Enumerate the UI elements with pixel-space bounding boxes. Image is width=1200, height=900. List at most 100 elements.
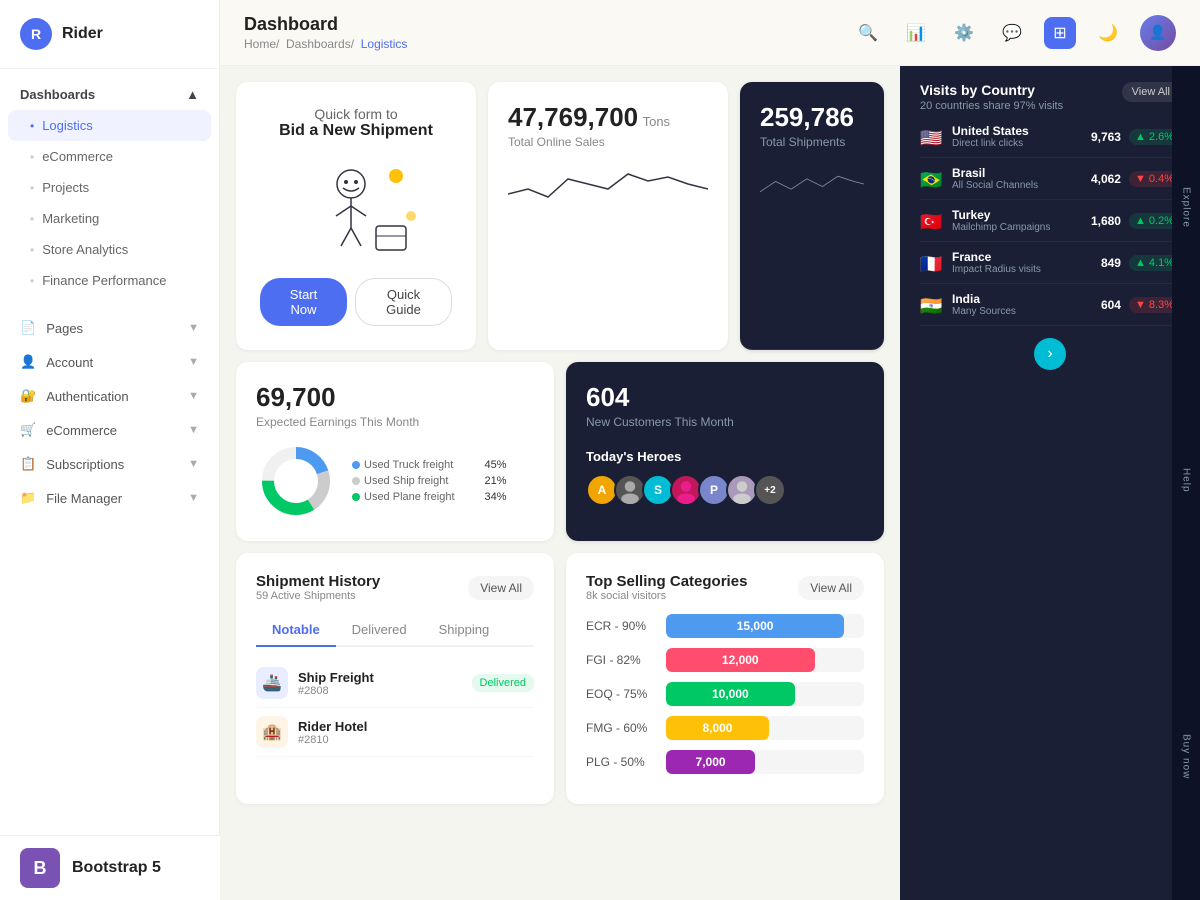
- sidebar-item-projects[interactable]: Projects: [0, 172, 219, 203]
- category-ecr: ECR - 90% 15,000: [586, 614, 864, 638]
- avatar-more[interactable]: +2: [754, 474, 786, 506]
- chat-icon[interactable]: 💬: [996, 17, 1028, 49]
- tab-shipping[interactable]: Shipping: [423, 614, 506, 647]
- sidebar-bottom-section: 📄 Pages ▼ 👤 Account ▼ 🔐 Authentication ▼…: [0, 306, 219, 520]
- chevron-down-icon: ▼: [188, 322, 199, 334]
- bottom-row: Shipment History 59 Active Shipments Vie…: [236, 553, 884, 804]
- sidebar-item-logistics[interactable]: Logistics: [8, 110, 211, 141]
- categories-bars: ECR - 90% 15,000 FGI - 82% 12,000: [586, 614, 864, 774]
- shipment-id: #2808: [298, 685, 462, 697]
- sidebar-item-account[interactable]: 👤 Account ▼: [0, 345, 219, 379]
- sidebar-item-authentication[interactable]: 🔐 Authentication ▼: [0, 379, 219, 413]
- logo-name: Rider: [62, 25, 103, 43]
- chart-icon[interactable]: 📊: [900, 17, 932, 49]
- france-flag: 🇫🇷: [920, 255, 942, 271]
- settings-icon[interactable]: ⚙️: [948, 17, 980, 49]
- country-brasil: 🇧🇷 Brasil All Social Channels 4,062 ▼ 0.…: [920, 158, 1180, 200]
- content-left: Quick form to Bid a New Shipment: [220, 66, 900, 900]
- promo-title: Bid a New Shipment: [279, 122, 433, 140]
- moon-icon[interactable]: 🌙: [1092, 17, 1124, 49]
- india-info: India Many Sources: [952, 292, 1101, 317]
- logo-area[interactable]: R Rider: [0, 0, 219, 69]
- chevron-down-icon: ▼: [188, 390, 199, 402]
- shipment-tabs: Notable Delivered Shipping: [256, 614, 534, 647]
- heroes-section: Today's Heroes A S P: [586, 449, 864, 506]
- sidebar-item-file-manager[interactable]: 📁 File Manager ▼: [0, 481, 219, 515]
- brasil-flag: 🇧🇷: [920, 171, 942, 187]
- shipment-view-all-button[interactable]: View All: [468, 576, 534, 600]
- country-turkey: 🇹🇷 Turkey Mailchimp Campaigns 1,680 ▲ 0.…: [920, 200, 1180, 242]
- sidebar-item-marketing[interactable]: Marketing: [0, 203, 219, 234]
- category-fmg: FMG - 60% 8,000: [586, 716, 864, 740]
- dashboards-label: Dashboards: [20, 87, 95, 102]
- turkey-info: Turkey Mailchimp Campaigns: [952, 208, 1091, 233]
- shipment-title-group: Shipment History 59 Active Shipments: [256, 573, 380, 602]
- tab-delivered[interactable]: Delivered: [336, 614, 423, 647]
- chevron-down-icon: ▼: [188, 424, 199, 436]
- sidebar-item-pages[interactable]: 📄 Pages ▼: [0, 311, 219, 345]
- avatars-row: A S P +2: [586, 474, 864, 506]
- fmg-bar: 8,000: [666, 716, 769, 740]
- auth-icon: 🔐: [20, 388, 36, 404]
- fmg-bar-bg: 8,000: [666, 716, 864, 740]
- eoq-bar-bg: 10,000: [666, 682, 864, 706]
- donut-container: Used Truck freight 45% Used Ship freight…: [256, 441, 534, 521]
- categories-view-all-button[interactable]: View All: [798, 576, 864, 600]
- sales-chart: [508, 159, 708, 209]
- start-now-button[interactable]: Start Now: [260, 278, 347, 326]
- us-source: Direct link clicks: [952, 138, 1091, 149]
- search-icon[interactable]: 🔍: [852, 17, 884, 49]
- france-visits: 849: [1101, 256, 1121, 270]
- buy-now-label[interactable]: Buy now: [1181, 734, 1192, 779]
- legend-ship: Used Ship freight 21%: [352, 475, 507, 487]
- fgi-bar-bg: 12,000: [666, 648, 864, 672]
- shipment-history-card: Shipment History 59 Active Shipments Vie…: [236, 553, 554, 804]
- legend-plane: Used Plane freight 34%: [352, 491, 507, 503]
- quick-guide-button[interactable]: Quick Guide: [355, 278, 452, 326]
- avatar[interactable]: 👤: [1140, 15, 1176, 51]
- categories-title: Top Selling Categories: [586, 573, 747, 590]
- sidebar-item-ecommerce-bottom[interactable]: 🛒 eCommerce ▼: [0, 413, 219, 447]
- shipments-chart: [760, 159, 864, 209]
- header-right: 🔍 📊 ⚙️ 💬 ⊞ 🌙 👤: [852, 15, 1176, 51]
- sidebar-item-finance-performance[interactable]: Finance Performance: [0, 265, 219, 296]
- france-info: France Impact Radius visits: [952, 250, 1101, 275]
- bootstrap-text: Bootstrap 5: [72, 859, 161, 877]
- brasil-info: Brasil All Social Channels: [952, 166, 1091, 191]
- brasil-visits: 4,062: [1091, 172, 1121, 186]
- ship-icon: 🚢: [256, 667, 288, 699]
- sidebar-item-store-analytics[interactable]: Store Analytics: [0, 234, 219, 265]
- shipment-item-2: 🏨 Rider Hotel #2810: [256, 708, 534, 757]
- countries-section: Visits by Country 20 countries share 97%…: [900, 66, 1200, 900]
- donut-legend: Used Truck freight 45% Used Ship freight…: [352, 459, 507, 503]
- france-name: France: [952, 250, 1101, 264]
- explore-strip: Explore Help Buy now: [1172, 66, 1200, 900]
- sidebar-item-ecommerce[interactable]: eCommerce: [0, 141, 219, 172]
- shipment-subtitle: 59 Active Shipments: [256, 590, 380, 602]
- eoq-bar: 10,000: [666, 682, 795, 706]
- sales-line-chart: [508, 159, 708, 209]
- turkey-name: Turkey: [952, 208, 1091, 222]
- india-visits: 604: [1101, 298, 1121, 312]
- countries-subtitle: 20 countries share 97% visits: [920, 100, 1063, 112]
- ecommerce-label: eCommerce: [46, 423, 117, 438]
- hotel-icon: 🏨: [256, 716, 288, 748]
- file-manager-label: File Manager: [46, 491, 122, 506]
- turkey-visits: 1,680: [1091, 214, 1121, 228]
- promo-buttons: Start Now Quick Guide: [260, 278, 452, 326]
- help-label[interactable]: Help: [1181, 468, 1192, 493]
- india-source: Many Sources: [952, 306, 1101, 317]
- ecr-bar-bg: 15,000: [666, 614, 864, 638]
- countries-title-group: Visits by Country 20 countries share 97%…: [920, 82, 1063, 112]
- tab-notable[interactable]: Notable: [256, 614, 336, 647]
- right-panel: Visits by Country 20 countries share 97%…: [900, 66, 1200, 900]
- grid-icon[interactable]: ⊞: [1044, 17, 1076, 49]
- explore-label[interactable]: Explore: [1181, 187, 1192, 228]
- total-sales-card: 47,769,700 Tons Total Online Sales: [488, 82, 728, 350]
- categories-title-group: Top Selling Categories 8k social visitor…: [586, 573, 747, 602]
- dashboards-group[interactable]: Dashboards ▲: [0, 79, 219, 110]
- sidebar-item-subscriptions[interactable]: 📋 Subscriptions ▼: [0, 447, 219, 481]
- shipment-name: Ship Freight: [298, 670, 462, 685]
- brasil-source: All Social Channels: [952, 180, 1091, 191]
- shipment-name-2: Rider Hotel: [298, 719, 534, 734]
